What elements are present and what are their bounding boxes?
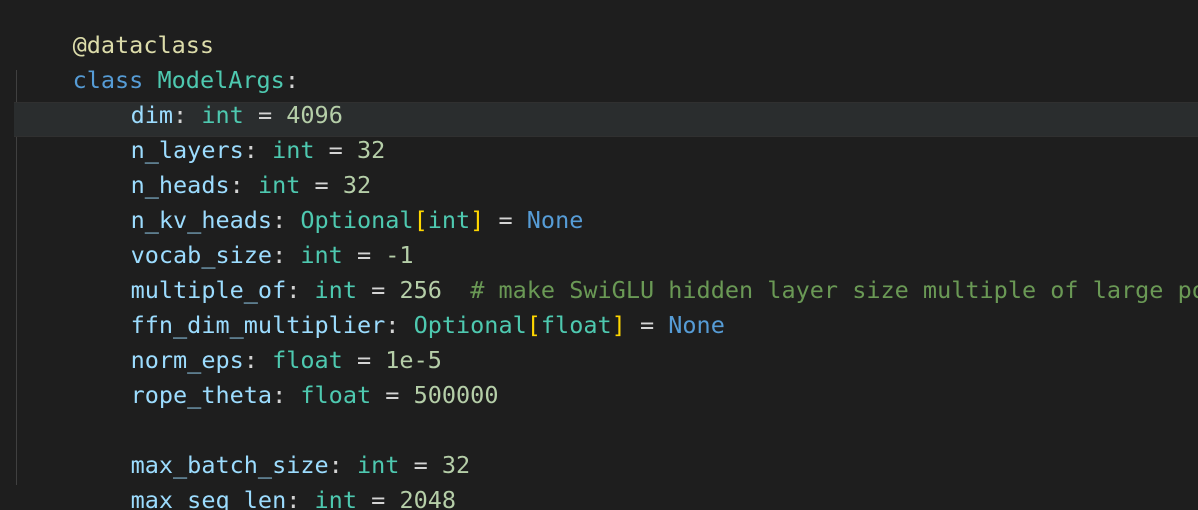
open-bracket: [ xyxy=(413,206,428,234)
close-bracket: ] xyxy=(611,311,626,339)
code-editor[interactable]: @dataclass class ModelArgs: dim: int = 4… xyxy=(0,0,1198,510)
field-name: rope_theta xyxy=(130,381,273,409)
code-line-field: n_kv_heads: Optional[int] = None xyxy=(130,206,584,234)
code-line-field: max_seq_len: int = 2048 xyxy=(74,455,456,510)
code-line-class-def: class ModelArgs: xyxy=(16,35,299,94)
field-type: int xyxy=(427,206,471,234)
code-line-decorator: @dataclass xyxy=(16,0,214,59)
field-value: 500000 xyxy=(413,381,499,409)
code-line-field: norm_eps: float = 1e-5 xyxy=(130,346,442,374)
field-type: int xyxy=(314,486,357,510)
code-line-field: dim: int = 4096 xyxy=(130,101,343,129)
code-line-field: max_batch_size: int = 32 xyxy=(130,451,471,479)
code-line-field: rope_theta: float = 500000 xyxy=(130,381,499,409)
code-line-field: ffn_dim_multiplier: Optional[float] = No… xyxy=(130,311,725,339)
code-line-field: vocab_size: int = -1 xyxy=(130,241,414,269)
field-type: float xyxy=(540,311,612,339)
field-value: 2048 xyxy=(399,486,457,510)
field-type: float xyxy=(300,381,372,409)
field-value: None xyxy=(526,206,584,234)
code-line-field: n_layers: int = 32 xyxy=(130,136,386,164)
code-line-field: n_heads: int = 32 xyxy=(130,171,372,199)
open-bracket: [ xyxy=(526,311,541,339)
field-value: None xyxy=(668,311,725,339)
field-name: max_seq_len xyxy=(130,486,287,510)
close-bracket: ] xyxy=(470,206,485,234)
code-line-field: multiple_of: int = 256 # make SwiGLU hid… xyxy=(74,245,1198,304)
